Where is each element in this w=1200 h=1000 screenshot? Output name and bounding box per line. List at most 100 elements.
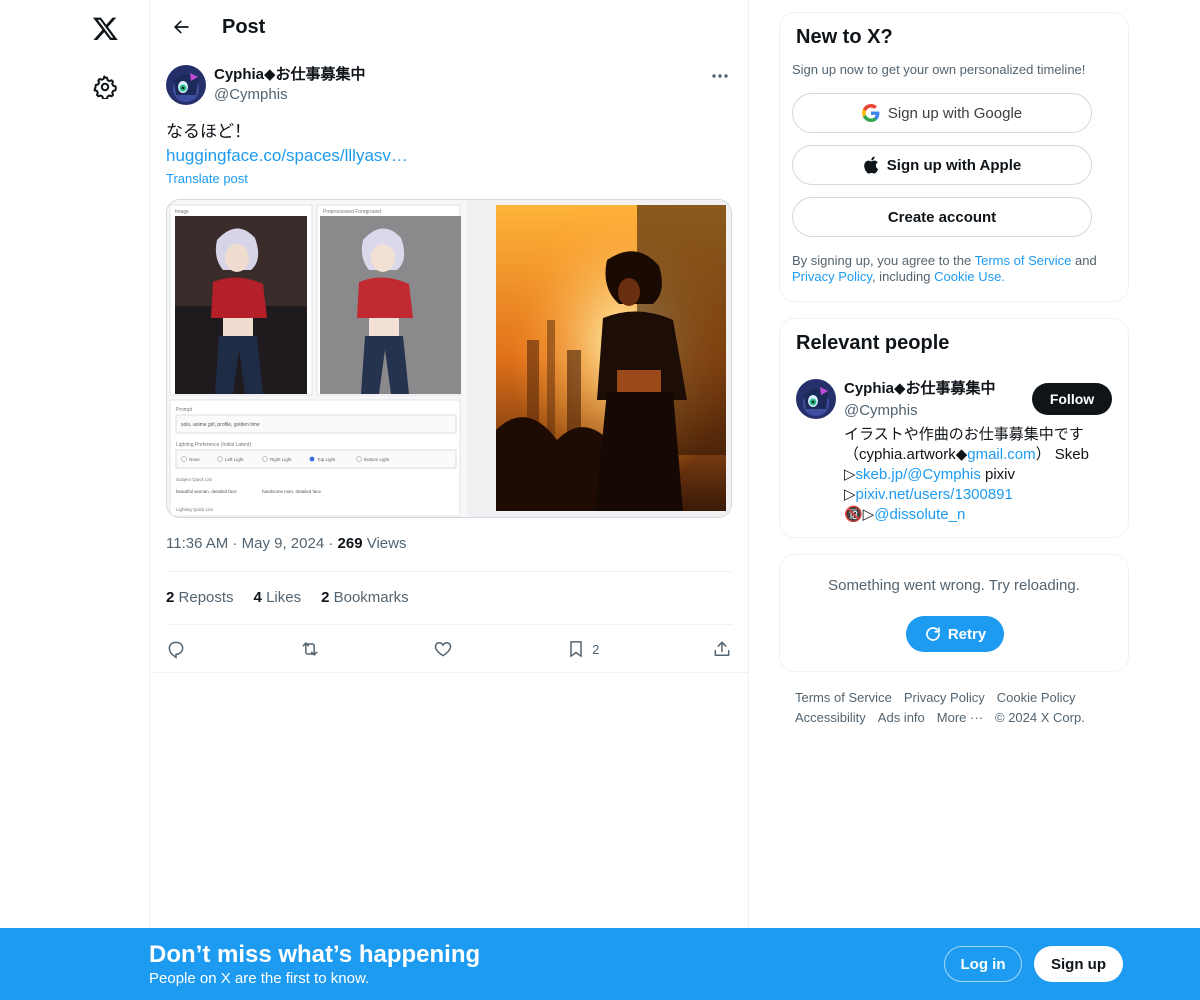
post-link[interactable]: huggingface.co/spaces/lllyasv… <box>166 144 726 168</box>
repost-button[interactable] <box>299 639 321 659</box>
lighting-option-top: Top Light <box>317 457 336 462</box>
reply-button[interactable] <box>166 639 186 659</box>
lighting-option-right: Right Light <box>270 457 292 462</box>
more-options-button[interactable] <box>706 66 734 86</box>
avatar[interactable] <box>166 65 206 105</box>
post-header: Post <box>150 0 748 54</box>
post-date[interactable]: May 9, 2024 <box>242 535 325 552</box>
arrow-left-icon <box>174 20 189 34</box>
error-card: Something went wrong. Try reloading. Ret… <box>779 554 1129 672</box>
reposts-stat[interactable]: 2 Reposts <box>166 589 234 606</box>
bio-pixiv-link[interactable]: pixiv.net/users/1300891 <box>856 486 1013 503</box>
bio-mention-link[interactable]: @dissolute_n <box>874 506 965 523</box>
bottom-signup-bar: Don’t miss what’s happening People on X … <box>0 928 1200 1000</box>
lighting-quick-label: Lighting Quick List <box>176 507 214 512</box>
gear-icon[interactable] <box>87 69 123 105</box>
views-label: Views <box>366 535 407 552</box>
quick-item-2: handsome man, detailed face <box>262 489 322 494</box>
likes-count: 4 <box>253 589 262 606</box>
x-logo-icon[interactable] <box>87 10 123 46</box>
retry-label: Retry <box>947 625 987 643</box>
relevant-handle[interactable]: @Cymphis <box>844 401 918 421</box>
footer-cookie[interactable]: Cookie Policy <box>997 688 1076 708</box>
follow-button[interactable]: Follow <box>1032 383 1112 415</box>
bio-skeb-link[interactable]: skeb.jp/@Cymphis <box>856 466 981 483</box>
legal-text: and <box>1071 253 1097 268</box>
footer-privacy[interactable]: Privacy Policy <box>904 688 985 708</box>
prompt-label: Prompt <box>176 407 193 413</box>
post-actions: 2 <box>166 636 732 662</box>
post-body: なるほど！ huggingface.co/spaces/lllyasv… <box>166 120 726 168</box>
page-title: Post <box>222 15 266 38</box>
bottom-bar-subtitle: People on X are the first to know. <box>149 970 370 987</box>
back-button[interactable] <box>164 10 198 44</box>
create-account-label: Create account <box>887 208 997 226</box>
like-button[interactable] <box>433 639 453 659</box>
post-media[interactable]: Image Preprocessed Foreground Prompt sol… <box>166 199 732 518</box>
footer-copyright: © 2024 X Corp. <box>995 710 1085 725</box>
bottom-bar-title: Don’t miss what’s happening <box>149 941 481 968</box>
signup-button[interactable]: Sign up <box>1034 946 1123 982</box>
divider <box>166 624 732 625</box>
share-icon <box>714 641 730 656</box>
google-signup-label: Sign up with Google <box>887 104 1023 122</box>
lighting-option-left: Left Light <box>225 457 244 462</box>
footer-ads[interactable]: Ads info <box>878 708 925 728</box>
author-handle[interactable]: @Cymphis <box>214 85 366 105</box>
image-panel-label: Image <box>175 209 189 215</box>
legal-text: , including <box>871 269 935 284</box>
prompt-value: solo, anime girl, profile, golden time <box>181 422 260 428</box>
relevant-avatar[interactable] <box>796 379 836 419</box>
retry-button[interactable]: Retry <box>906 616 1004 652</box>
error-message: Something went wrong. Try reloading. <box>828 577 1080 594</box>
post-text: なるほど！ <box>166 122 251 141</box>
terms-link[interactable]: Terms of Service <box>975 253 1072 268</box>
quick-list-label: Subject Quick List <box>176 477 213 482</box>
translate-post-link[interactable]: Translate post <box>166 171 248 186</box>
reposts-count: 2 <box>166 589 175 606</box>
lighting-option-bottom: Bottom Light <box>364 457 390 462</box>
post-meta: 11:36 AM · May 9, 2024 · 269 Views <box>166 535 407 552</box>
author-name[interactable]: Cyphia◆お仕事募集中 <box>214 65 366 85</box>
reposts-label: Reposts <box>178 589 234 606</box>
create-account-button[interactable]: Create account <box>792 197 1092 237</box>
share-button[interactable] <box>712 639 732 659</box>
likes-stat[interactable]: 4 Likes <box>254 589 302 606</box>
google-icon <box>861 104 880 122</box>
lighting-option-none: None <box>189 457 200 462</box>
login-button[interactable]: Log in <box>944 946 1022 982</box>
cookie-link[interactable]: Cookie Use. <box>934 269 1005 284</box>
footer-more[interactable]: More ··· <box>937 708 983 728</box>
bookmarks-stat[interactable]: 2 Bookmarks <box>321 589 409 606</box>
left-nav <box>0 0 150 1000</box>
media-image: Image Preprocessed Foreground Prompt sol… <box>167 200 731 517</box>
bio-gmail-link[interactable]: gmail.com <box>967 446 1035 463</box>
views-count: 269 <box>337 535 363 552</box>
footer-terms[interactable]: Terms of Service <box>795 688 892 708</box>
apple-signup-button[interactable]: Sign up with Apple <box>792 145 1092 185</box>
footer-accessibility[interactable]: Accessibility <box>795 708 866 728</box>
refresh-icon <box>926 627 940 641</box>
reply-icon <box>168 641 184 659</box>
legal-text: By signing up, you agree to the <box>792 253 975 268</box>
signup-legal: By signing up, you agree to the Terms of… <box>792 253 1122 285</box>
bookmark-icon <box>570 641 582 658</box>
processed-panel-label: Preprocessed Foreground <box>323 209 381 215</box>
signup-card: New to X? Sign up now to get your own pe… <box>779 12 1129 302</box>
bookmark-button[interactable]: 2 <box>566 639 599 659</box>
login-label: Log in <box>960 955 1006 973</box>
privacy-link[interactable]: Privacy Policy <box>792 269 872 284</box>
quick-item-1: beautiful woman, detailed face <box>176 489 237 494</box>
relevant-name[interactable]: Cyphia◆お仕事募集中 <box>844 379 996 399</box>
relevant-bio: イラストや作曲のお仕事募集中です（cyphia.artwork◆gmail.co… <box>844 425 1116 525</box>
repost-icon <box>302 642 318 656</box>
likes-label: Likes <box>266 589 302 606</box>
footer-links: Terms of Service Privacy Policy Cookie Pol… <box>795 688 1125 728</box>
divider <box>150 672 748 673</box>
post-author[interactable]: Cyphia◆お仕事募集中 @Cymphis <box>166 65 366 105</box>
apple-signup-label: Sign up with Apple <box>886 156 1022 174</box>
signup-subtitle: Sign up now to get your own personalized… <box>792 62 1086 77</box>
google-signup-button[interactable]: Sign up with Google <box>792 93 1092 133</box>
main-column: Post Cyphia◆お仕事募集中 @Cymphis なるほど！ huggin… <box>150 0 749 1000</box>
post-time[interactable]: 11:36 AM <box>166 535 228 552</box>
